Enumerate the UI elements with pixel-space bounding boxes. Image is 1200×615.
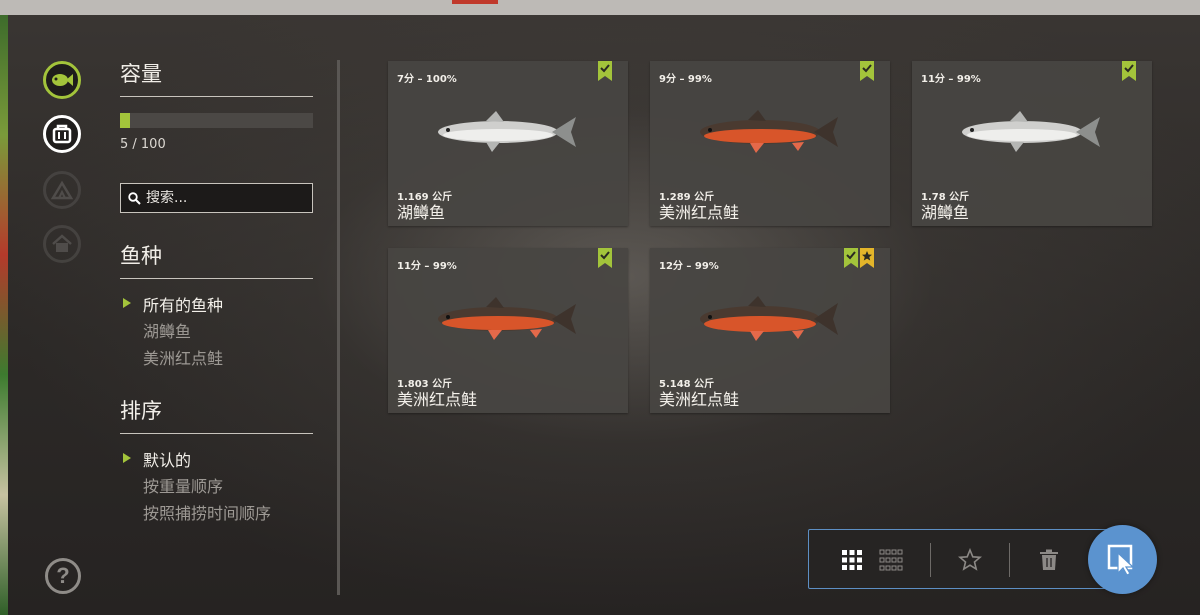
select-mode-button[interactable]: [1088, 525, 1157, 594]
fish-card[interactable]: 9分 – 99% 1.289 公斤 美洲红点鲑: [650, 61, 890, 226]
fish-score: 12分 – 99%: [659, 261, 719, 272]
fish-score: 11分 – 99%: [921, 74, 981, 85]
fish-name: 美洲红点鲑: [397, 390, 478, 409]
sort-option-catch-time[interactable]: 按照捕捞时间顺序: [143, 500, 271, 524]
check-badge-icon: [598, 248, 612, 268]
keepnet-icon: [52, 124, 72, 144]
sort-option-default[interactable]: 默认的: [143, 447, 191, 471]
small-grid-button[interactable]: [873, 542, 909, 578]
check-badge-icon: [598, 61, 612, 81]
window-top-bar: [0, 0, 1200, 15]
lake-trout-icon: [962, 111, 1100, 152]
trash-icon: [1040, 549, 1058, 570]
large-grid-button[interactable]: [834, 542, 870, 578]
sort-divider: [120, 433, 313, 434]
fish-name: 湖鳟鱼: [921, 203, 970, 222]
fish-name: 湖鳟鱼: [397, 203, 446, 222]
tent-nav-button[interactable]: [43, 171, 81, 209]
sort-option-weight[interactable]: 按重量顺序: [143, 473, 223, 497]
selected-caret-icon: [123, 453, 131, 463]
favorite-button[interactable]: [952, 542, 988, 578]
bottom-toolbar: [808, 529, 1118, 589]
fish-card[interactable]: 7分 – 100% 1.169 公斤 湖鳟鱼: [388, 61, 628, 226]
home-nav-button[interactable]: [43, 225, 81, 263]
fish-name: 美洲红点鲑: [659, 390, 740, 409]
star-badge-icon: [860, 248, 874, 268]
check-badge-icon: [1122, 61, 1136, 81]
species-filter-all[interactable]: 所有的鱼种: [143, 292, 223, 316]
brook-trout-icon: [438, 297, 576, 340]
species-divider: [120, 278, 313, 279]
fish-score: 7分 – 100%: [397, 74, 457, 85]
brook-trout-icon: [700, 110, 838, 153]
toolbar-separator: [930, 543, 931, 577]
species-title: 鱼种: [120, 244, 162, 268]
species-filter-brook-trout[interactable]: 美洲红点鲑: [143, 345, 223, 369]
species-filter-lake-trout[interactable]: 湖鳟鱼: [143, 318, 191, 342]
fish-card[interactable]: 12分 – 99% 5.148 公斤 美洲红点鲑: [650, 248, 890, 413]
brook-trout-icon: [700, 296, 838, 341]
fish-card[interactable]: 11分 – 99% 1.803 公斤 美洲红点鲑: [388, 248, 628, 413]
delete-button[interactable]: [1031, 542, 1067, 578]
capacity-title: 容量: [120, 62, 162, 86]
selected-caret-icon: [123, 298, 131, 308]
tent-icon: [51, 180, 73, 200]
lake-trout-icon: [438, 111, 576, 152]
capacity-divider: [120, 96, 313, 97]
search-icon: [128, 191, 141, 205]
search-box[interactable]: [120, 183, 313, 213]
large-grid-icon: [842, 550, 862, 570]
fish-nav-button[interactable]: [43, 61, 81, 99]
fish-score: 11分 – 99%: [397, 261, 457, 272]
fish-icon: [52, 74, 73, 86]
panel-divider: [337, 60, 340, 595]
sort-title: 排序: [120, 399, 162, 423]
capacity-count: 5 / 100: [120, 137, 166, 152]
keepnet-nav-button[interactable]: [43, 115, 81, 153]
fish-name: 美洲红点鲑: [659, 203, 740, 222]
search-input[interactable]: [146, 190, 306, 206]
capacity-bar: [120, 113, 313, 128]
toolbar-separator: [1009, 543, 1010, 577]
fish-score: 9分 – 99%: [659, 74, 712, 85]
capacity-bar-fill: [120, 113, 130, 128]
cursor-icon: [1107, 544, 1135, 576]
background-edge: [0, 15, 8, 615]
check-badge-icon: [860, 61, 874, 81]
check-badge-icon: [844, 248, 858, 268]
fish-card[interactable]: 11分 – 99% 1.78 公斤 湖鳟鱼: [912, 61, 1152, 226]
small-grid-icon: [879, 549, 903, 571]
home-icon: [52, 234, 72, 252]
star-icon: [958, 548, 982, 571]
help-icon[interactable]: ?: [45, 558, 81, 594]
